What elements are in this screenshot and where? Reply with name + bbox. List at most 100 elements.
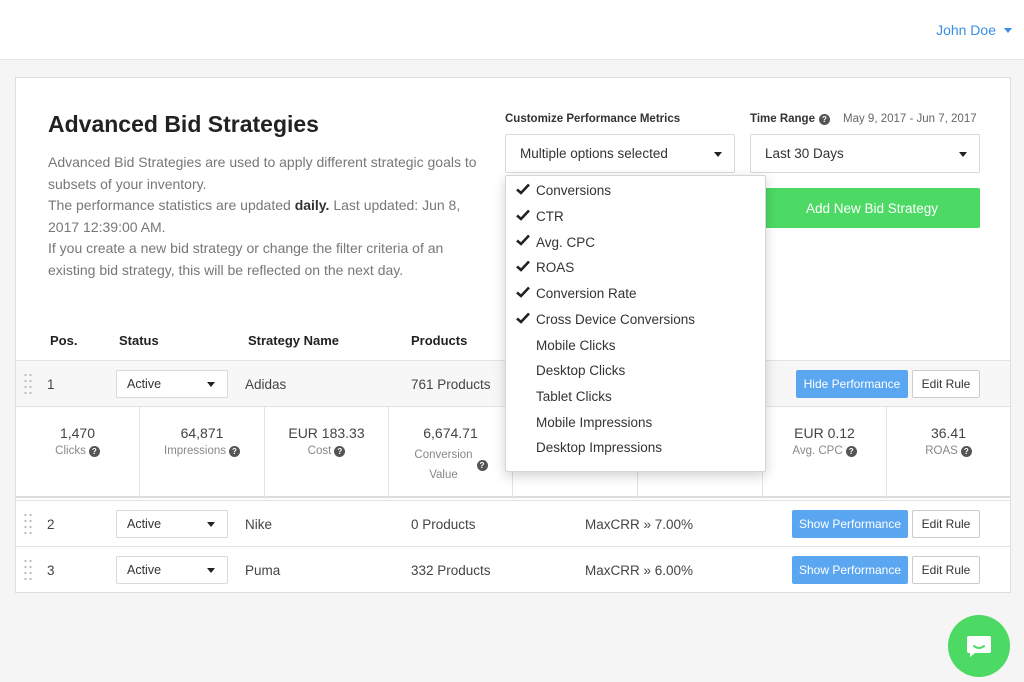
metric-option-roas[interactable]: ROAS	[506, 255, 765, 281]
drag-handle-icon[interactable]	[23, 512, 33, 536]
header-products: Products	[411, 333, 468, 348]
metric-value: 64,871	[180, 425, 224, 441]
metrics-dropdown-menu: Conversions CTR Avg. CPC ROAS Conversion…	[505, 175, 766, 472]
metric-option-desktop-clicks[interactable]: Desktop Clicks	[506, 358, 765, 384]
metric-avg-cpc: EUR 0.12 Avg. CPC?	[763, 407, 887, 499]
user-name: John Doe	[936, 22, 996, 38]
status-value: Active	[127, 563, 162, 577]
metric-label: Conversion Value	[414, 449, 473, 481]
metric-value: EUR 183.33	[288, 425, 365, 441]
metric-option-label: Conversion Rate	[536, 286, 637, 302]
time-range-select[interactable]: Last 30 Days	[750, 134, 980, 173]
description-line-1: Advanced Bid Strategies are used to appl…	[48, 154, 477, 192]
chevron-down-icon	[207, 568, 215, 573]
metric-option-ctr[interactable]: CTR	[506, 204, 765, 230]
checkmark-icon	[516, 260, 530, 272]
status-value: Active	[127, 377, 162, 391]
metric-value: 6,674.71	[423, 425, 478, 441]
checkmark-icon	[516, 183, 530, 195]
metric-option-label: CTR	[536, 209, 564, 225]
time-range-label-text: Time Range	[750, 113, 815, 125]
metric-option-desktop-impressions[interactable]: Desktop Impressions	[506, 435, 765, 461]
row-pos: 3	[47, 562, 55, 578]
checkmark-icon	[516, 209, 530, 221]
metric-option-conversions[interactable]: Conversions	[506, 178, 765, 204]
table-row[interactable]: 3 Active Puma 332 Products MaxCRR » 6.00…	[16, 546, 1010, 592]
add-bid-strategy-button[interactable]: Add New Bid Strategy	[764, 188, 980, 228]
strategy-name: Puma	[245, 562, 281, 578]
chevron-down-icon	[207, 522, 215, 527]
help-icon[interactable]: ?	[88, 445, 100, 457]
metric-conversion-value: 6,674.71 Conversion Value?	[389, 407, 513, 499]
chevron-down-icon	[714, 151, 722, 157]
metric-option-conversion-rate[interactable]: Conversion Rate	[506, 281, 765, 307]
products-count: 332 Products	[411, 562, 491, 578]
metrics-select-value: Multiple options selected	[520, 146, 668, 161]
status-select[interactable]: Active	[116, 510, 228, 538]
help-icon[interactable]: ?	[229, 445, 240, 457]
table-row[interactable]: 2 Active Nike 0 Products MaxCRR » 7.00% …	[16, 500, 1010, 546]
metric-option-label: Cross Device Conversions	[536, 311, 696, 327]
drag-handle-icon[interactable]	[23, 558, 33, 582]
metrics-select[interactable]: Multiple options selected	[505, 134, 735, 173]
metric-label: Clicks	[55, 445, 86, 457]
metric-impressions: 64,871 Impressions?	[140, 407, 265, 499]
metric-option-avg-cpc[interactable]: Avg. CPC	[506, 229, 765, 255]
user-menu[interactable]: John Doe	[936, 22, 1012, 38]
checkmark-icon	[516, 312, 530, 324]
time-range-value: Last 30 Days	[765, 146, 844, 161]
show-performance-button[interactable]: Show Performance	[792, 556, 908, 584]
header-status: Status	[119, 333, 159, 348]
metric-option-tablet-clicks[interactable]: Tablet Clicks	[506, 384, 765, 410]
help-icon[interactable]: ?	[845, 445, 857, 457]
chat-button[interactable]	[948, 615, 1010, 677]
chat-bubble-icon	[967, 636, 991, 657]
metric-value: 36.41	[930, 425, 967, 441]
strategy-name: Nike	[245, 516, 273, 532]
description-line-2-pre: The performance statistics are updated	[48, 197, 295, 214]
row-pos: 2	[47, 516, 55, 532]
help-icon[interactable]: ?	[818, 113, 830, 125]
metric-label: ROAS	[925, 445, 958, 457]
metric-label: Cost	[307, 445, 332, 457]
chevron-down-icon	[1004, 27, 1012, 33]
edit-rule-button[interactable]: Edit Rule	[912, 370, 980, 398]
chevron-down-icon	[207, 382, 215, 387]
metric-cost: EUR 183.33 Cost?	[265, 407, 389, 499]
drag-handle-icon[interactable]	[23, 372, 33, 396]
metric-option-label: Mobile Impressions	[536, 414, 653, 430]
header-strategy-name: Strategy Name	[248, 333, 340, 348]
hide-performance-button[interactable]: Hide Performance	[796, 370, 908, 398]
show-performance-button[interactable]: Show Performance	[792, 510, 908, 538]
metric-option-mobile-impressions[interactable]: Mobile Impressions	[506, 409, 765, 435]
description-line-2-bold: daily.	[294, 197, 330, 214]
page-description: Advanced Bid Strategies are used to appl…	[48, 152, 488, 282]
status-select[interactable]: Active	[116, 556, 228, 584]
metric-label: Impressions	[164, 445, 226, 457]
help-icon[interactable]: ?	[476, 459, 488, 471]
chevron-down-icon	[959, 151, 967, 157]
row-pos: 1	[47, 376, 55, 392]
header-pos: Pos.	[50, 333, 78, 348]
metric-roas: 36.41 ROAS?	[887, 407, 1010, 499]
products-count: 0 Products	[411, 516, 476, 532]
metric-value: 1,470	[59, 425, 96, 441]
metric-option-label: Desktop Clicks	[536, 363, 626, 379]
rule-summary: MaxCRR » 7.00%	[585, 516, 694, 532]
metric-option-cross-device-conversions[interactable]: Cross Device Conversions	[506, 307, 765, 333]
metric-option-mobile-clicks[interactable]: Mobile Clicks	[506, 332, 765, 358]
metric-option-label: Desktop Impressions	[536, 440, 663, 456]
status-select[interactable]: Active	[116, 370, 228, 398]
time-range-label: Time Range ?	[750, 113, 830, 125]
strategy-name: Adidas	[245, 376, 287, 392]
metrics-label: Customize Performance Metrics	[505, 113, 680, 125]
edit-rule-button[interactable]: Edit Rule	[912, 556, 980, 584]
help-icon[interactable]: ?	[960, 445, 972, 457]
metric-option-label: Tablet Clicks	[536, 388, 612, 404]
metric-label: Avg. CPC	[792, 445, 843, 457]
metric-option-label: Mobile Clicks	[536, 337, 616, 353]
metric-value: EUR 0.12	[794, 425, 855, 441]
description-line-3: If you create a new bid strategy or chan…	[48, 240, 444, 278]
help-icon[interactable]: ?	[334, 445, 346, 457]
edit-rule-button[interactable]: Edit Rule	[912, 510, 980, 538]
